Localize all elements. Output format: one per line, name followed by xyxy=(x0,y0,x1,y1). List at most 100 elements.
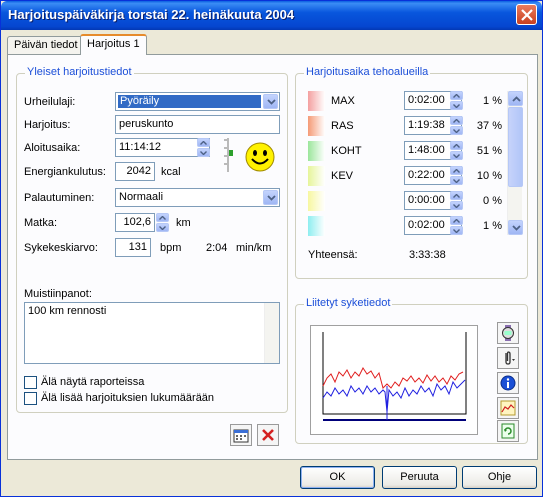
spin-down-button[interactable] xyxy=(450,126,463,135)
scroll-down-button[interactable] xyxy=(508,220,523,235)
zone-color-swatch xyxy=(308,191,325,211)
chevron-up-icon xyxy=(453,144,460,148)
exclude-count-checkbox[interactable] xyxy=(24,392,37,405)
hr-avg-input[interactable]: 131 xyxy=(115,238,151,257)
spin-up-button[interactable] xyxy=(197,138,210,147)
tab-exercise-1[interactable]: Harjoitus 1 xyxy=(80,34,147,55)
sport-label: Urheilulaji: xyxy=(24,96,76,108)
spin-up-button[interactable] xyxy=(450,166,463,175)
start-time-input[interactable]: 11:14:12 xyxy=(115,138,210,157)
info-button[interactable] xyxy=(497,372,519,394)
watch-button[interactable] xyxy=(497,322,519,344)
dialog-window: Harjoituspäiväkirja torstai 22. heinäkuu… xyxy=(0,0,543,497)
spin-down-button[interactable] xyxy=(450,176,463,185)
zone-percent: 51 % xyxy=(476,145,502,157)
ok-button-label: OK xyxy=(329,471,346,483)
hr-data-title: Liitetyt syketiedot xyxy=(304,297,393,309)
zone-percent: 1 % xyxy=(483,220,502,232)
hr-curve-chart xyxy=(322,332,467,421)
scroll-thumb[interactable] xyxy=(508,107,523,187)
title-bar[interactable]: Harjoituspäiväkirja torstai 22. heinäkuu… xyxy=(1,1,542,30)
spin-up-button[interactable] xyxy=(156,213,169,222)
chevron-down-icon xyxy=(453,179,460,183)
notes-scrollbar[interactable] xyxy=(264,303,279,363)
scroll-up-button[interactable] xyxy=(508,91,523,106)
zone-color-swatch xyxy=(308,166,325,186)
hr-data-group: Liitetyt syketiedot xyxy=(295,297,528,444)
zone-time-spinner[interactable] xyxy=(450,216,463,235)
spin-down-button[interactable] xyxy=(156,223,169,232)
help-button-label: Ohje xyxy=(487,471,512,483)
cancel-button[interactable]: Peruuta xyxy=(382,466,457,489)
zones-scrollbar[interactable] xyxy=(507,91,523,235)
chevron-down-icon xyxy=(453,204,460,208)
delete-x-icon xyxy=(262,429,274,441)
zone-time-spinner[interactable] xyxy=(450,166,463,185)
watch-icon xyxy=(502,325,514,341)
delete-button[interactable] xyxy=(257,424,279,446)
window-title: Harjoituspäiväkirja torstai 22. heinäkuu… xyxy=(8,7,295,22)
hide-from-reports-checkbox[interactable] xyxy=(24,376,37,389)
recovery-select[interactable]: Normaali xyxy=(115,188,280,207)
graph-icon xyxy=(500,400,516,416)
start-time-spinner[interactable] xyxy=(197,138,210,157)
sport-dropdown-button[interactable] xyxy=(263,94,278,109)
hr-curve-preview[interactable] xyxy=(310,325,478,435)
graph-button[interactable] xyxy=(497,397,519,419)
paperclip-icon xyxy=(505,351,515,365)
recovery-dropdown-button[interactable] xyxy=(263,190,278,205)
sport-selected-value: Pyöräily xyxy=(118,95,261,108)
spin-up-button[interactable] xyxy=(450,216,463,225)
zone-percent: 10 % xyxy=(476,170,502,182)
spin-up-button[interactable] xyxy=(450,191,463,200)
spin-down-button[interactable] xyxy=(450,151,463,160)
chevron-up-icon xyxy=(453,94,460,98)
notes-textarea[interactable]: 100 km rennosti xyxy=(24,302,280,364)
spin-down-button[interactable] xyxy=(450,201,463,210)
zone-color-swatch xyxy=(308,91,325,111)
chevron-up-icon xyxy=(512,96,521,102)
intensity-slider-icon[interactable] xyxy=(222,136,234,174)
chevron-down-icon xyxy=(453,229,460,233)
sport-select[interactable]: Pyöräily xyxy=(115,92,280,111)
pace-unit: min/km xyxy=(236,242,272,254)
attach-button[interactable] xyxy=(497,347,519,369)
help-button[interactable]: Ohje xyxy=(462,466,537,489)
smiley-icon xyxy=(245,142,275,172)
zone-time-spinner[interactable] xyxy=(450,141,463,160)
chevron-down-icon xyxy=(159,226,166,230)
zone-time-spinner[interactable] xyxy=(450,116,463,135)
close-button[interactable] xyxy=(516,4,537,25)
calendar-button[interactable] xyxy=(230,424,252,446)
zones-total-value: 3:33:38 xyxy=(409,249,446,261)
tab-day-info[interactable]: Päivän tiedot xyxy=(7,36,85,55)
chevron-up-icon xyxy=(200,141,207,145)
notes-text: 100 km rennosti xyxy=(28,305,107,317)
chevron-up-icon xyxy=(159,216,166,220)
zone-time-spinner[interactable] xyxy=(450,191,463,210)
general-info-title: Yleiset harjoitustiedot xyxy=(25,66,134,78)
spin-down-button[interactable] xyxy=(197,148,210,157)
spin-up-button[interactable] xyxy=(450,116,463,125)
distance-spinner[interactable] xyxy=(156,213,169,232)
chevron-up-icon xyxy=(453,194,460,198)
spin-up-button[interactable] xyxy=(450,91,463,100)
hide-from-reports-label: Älä näytä raporteissa xyxy=(41,376,145,388)
energy-input[interactable]: 2042 xyxy=(115,162,155,181)
chevron-down-icon xyxy=(512,225,521,231)
calendar-icon xyxy=(233,429,249,443)
recovery-selected-value: Normaali xyxy=(119,191,164,203)
zone-name: KEV xyxy=(331,170,354,182)
zone-time-spinner[interactable] xyxy=(450,91,463,110)
spin-down-button[interactable] xyxy=(450,101,463,110)
chevron-up-icon xyxy=(453,119,460,123)
distance-input[interactable]: 102,6 xyxy=(115,213,155,232)
hr-avg-label: Sykekeskiarvo: xyxy=(24,242,98,254)
ok-button[interactable]: OK xyxy=(300,466,375,489)
exercise-input[interactable]: peruskunto xyxy=(115,115,280,134)
spin-down-button[interactable] xyxy=(450,226,463,235)
info-icon xyxy=(500,375,516,391)
spin-up-button[interactable] xyxy=(450,141,463,150)
refresh-button[interactable] xyxy=(497,420,519,442)
chevron-down-icon xyxy=(453,154,460,158)
